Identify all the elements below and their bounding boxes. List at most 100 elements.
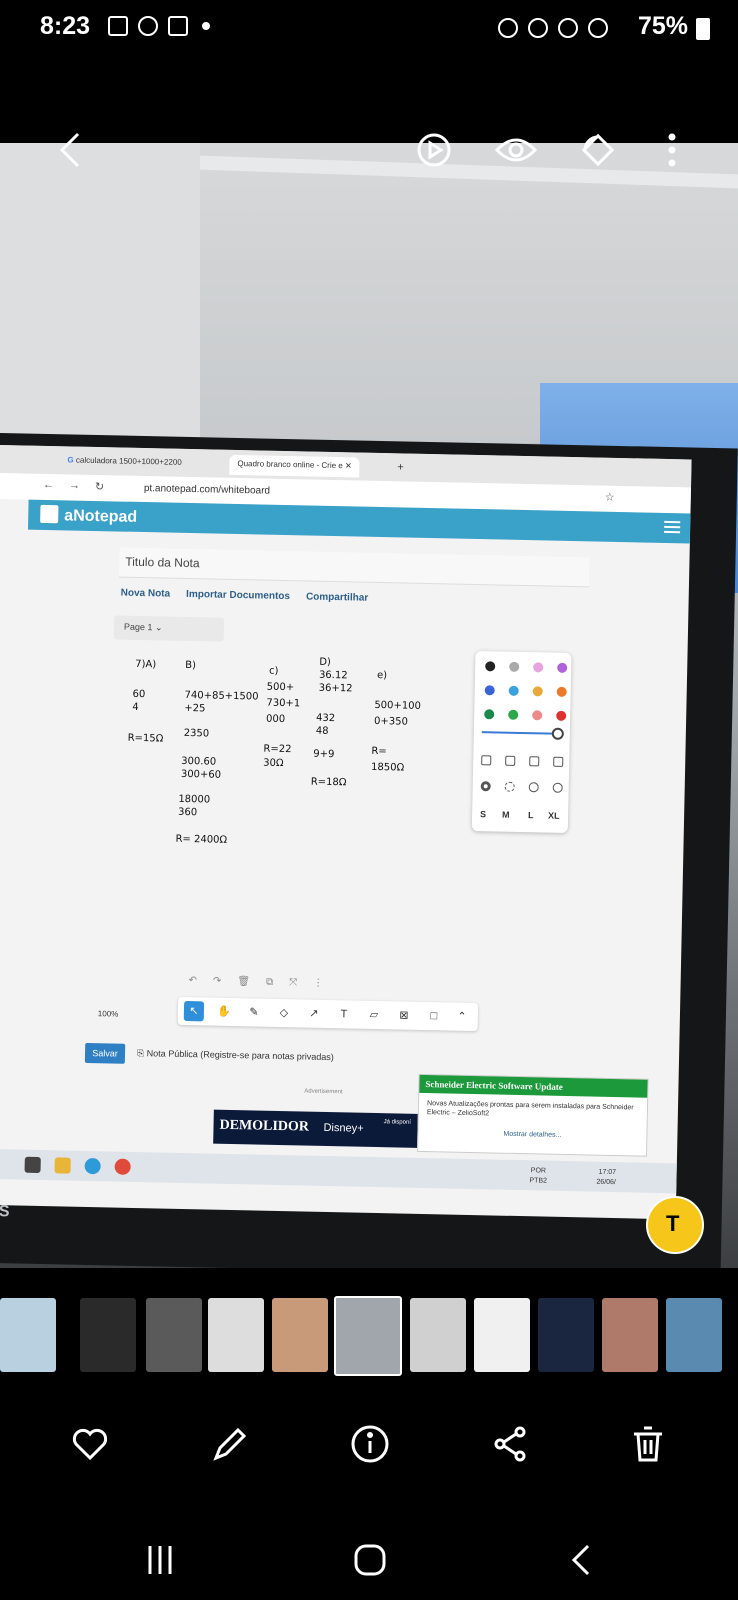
- color-swatch[interactable]: [556, 710, 567, 721]
- app-logo[interactable]: aNotepad: [40, 504, 137, 527]
- eraser-tool-icon[interactable]: ◇: [274, 1003, 294, 1023]
- home-button[interactable]: [350, 1540, 400, 1580]
- back-icon[interactable]: ←: [43, 479, 54, 491]
- rotate-button[interactable]: [578, 120, 618, 180]
- color-swatch[interactable]: [508, 709, 519, 720]
- pen-palette: S M L XL: [471, 651, 572, 833]
- color-swatch[interactable]: [508, 685, 519, 696]
- copy-icon[interactable]: ⧉: [266, 977, 273, 988]
- chrome-icon[interactable]: [114, 1158, 131, 1175]
- wb-text: R=15Ω: [127, 732, 164, 745]
- reload-icon[interactable]: ↻: [95, 480, 104, 493]
- language-indicator[interactable]: POR PTB2: [529, 1166, 547, 1186]
- size-s[interactable]: S: [480, 809, 486, 819]
- page-selector[interactable]: Page 1 ⌄: [113, 615, 225, 642]
- fill-style-icon[interactable]: [505, 755, 516, 766]
- stroke-style-icon[interactable]: [480, 781, 491, 792]
- url-field[interactable]: pt.anotepad.com/whiteboard: [144, 483, 270, 497]
- text-tool-icon[interactable]: T: [334, 1004, 354, 1024]
- bookmark-icon[interactable]: ☆: [605, 491, 615, 504]
- size-xl[interactable]: XL: [548, 811, 560, 821]
- thumbnail-current[interactable]: [334, 1296, 402, 1376]
- task-view-icon[interactable]: [24, 1156, 41, 1174]
- thumbnail[interactable]: [538, 1298, 594, 1372]
- color-swatch[interactable]: [556, 686, 567, 697]
- color-swatch[interactable]: [485, 661, 496, 672]
- arrow-tool-icon[interactable]: ↗: [304, 1003, 324, 1023]
- trash-icon[interactable]: 🗑: [237, 976, 250, 987]
- tab-calculadora[interactable]: G calculadora 1500+1000+2200: [59, 451, 190, 474]
- more-icon[interactable]: ⋮: [313, 978, 323, 989]
- recents-button[interactable]: [140, 1540, 190, 1580]
- size-m[interactable]: M: [502, 810, 510, 820]
- edit-button[interactable]: [210, 1424, 250, 1464]
- save-button[interactable]: Salvar: [84, 1042, 126, 1064]
- color-swatch[interactable]: [557, 662, 568, 673]
- edge-icon[interactable]: [84, 1157, 101, 1175]
- note-title-field[interactable]: Titulo da Nota: [118, 547, 590, 588]
- color-swatch[interactable]: [484, 709, 495, 720]
- zoom-level[interactable]: 100%: [98, 1009, 119, 1018]
- stroke-slider[interactable]: [481, 731, 560, 735]
- update-notification[interactable]: Schneider Electric Software Update Novas…: [417, 1073, 649, 1157]
- fill-style-icon[interactable]: [553, 756, 564, 767]
- thumbnail[interactable]: [474, 1298, 530, 1372]
- thumbnail[interactable]: [602, 1298, 658, 1372]
- select-tool-icon[interactable]: ↖: [183, 1000, 205, 1022]
- note-tool-icon[interactable]: ▱: [364, 1005, 384, 1025]
- new-tab-icon[interactable]: +: [397, 461, 404, 473]
- import-button[interactable]: Importar Documentos: [186, 589, 290, 602]
- thumbnail[interactable]: [80, 1298, 136, 1372]
- view-button[interactable]: [494, 120, 538, 180]
- color-swatch[interactable]: [532, 710, 543, 721]
- share-button[interactable]: [490, 1424, 530, 1464]
- back-button[interactable]: [50, 120, 90, 180]
- slider-knob[interactable]: [551, 727, 564, 740]
- wb-text: 500+: [266, 681, 295, 694]
- chevron-up-icon[interactable]: ⌃: [452, 1007, 472, 1027]
- new-note-button[interactable]: Nova Nota: [121, 588, 171, 600]
- tab-whiteboard[interactable]: Quadro branco online - Crie e ✕: [229, 454, 360, 478]
- share-button[interactable]: Compartilhar: [306, 591, 368, 603]
- public-note-toggle[interactable]: ⎘ Nota Pública (Registre-se para notas p…: [137, 1048, 334, 1063]
- thumbnail[interactable]: [0, 1298, 56, 1372]
- fit-icon[interactable]: ⤧: [289, 977, 297, 988]
- color-swatch[interactable]: [509, 661, 520, 672]
- remaster-button[interactable]: [414, 120, 454, 180]
- fill-style-icon[interactable]: [481, 755, 492, 766]
- pen-tool-icon[interactable]: ✎: [244, 1002, 264, 1022]
- thumbnail[interactable]: [410, 1298, 466, 1372]
- taskbar-clock[interactable]: 17:07 26/06/: [596, 1168, 616, 1188]
- stroke-style-icon[interactable]: [504, 781, 515, 792]
- forward-icon[interactable]: →: [69, 479, 80, 491]
- color-swatch[interactable]: [532, 686, 543, 697]
- size-l[interactable]: L: [528, 810, 534, 820]
- back-nav-button[interactable]: [566, 1540, 616, 1580]
- advertisement[interactable]: DEMOLIDOR Disney+ Já disponí: [213, 1109, 434, 1149]
- redo-icon[interactable]: ↷: [213, 976, 222, 987]
- favorite-button[interactable]: [70, 1424, 110, 1464]
- details-button[interactable]: [350, 1424, 390, 1464]
- image-tool-icon[interactable]: ⊠: [394, 1005, 414, 1025]
- thumbnail[interactable]: [208, 1298, 264, 1372]
- notepad-icon: [40, 504, 59, 524]
- hamburger-menu-icon[interactable]: [664, 520, 681, 534]
- thumbnail[interactable]: [666, 1298, 722, 1372]
- fill-style-icon[interactable]: [529, 756, 540, 767]
- undo-icon[interactable]: ↶: [188, 975, 197, 986]
- stroke-style-icon[interactable]: [528, 782, 539, 793]
- hand-tool-icon[interactable]: ✋: [214, 1002, 234, 1022]
- text-extract-button[interactable]: T: [646, 1196, 704, 1254]
- file-explorer-icon[interactable]: [54, 1157, 71, 1174]
- color-swatch[interactable]: [533, 662, 544, 673]
- wb-text: 60: [132, 688, 146, 701]
- more-options-button[interactable]: [660, 120, 684, 180]
- color-swatch[interactable]: [484, 685, 495, 696]
- photo-view[interactable]: G calculadora 1500+1000+2200 Quadro bran…: [0, 143, 738, 1268]
- thumbnail[interactable]: [146, 1298, 202, 1372]
- notification-link[interactable]: Mostrar detalhes...: [418, 1129, 646, 1141]
- thumbnail[interactable]: [272, 1298, 328, 1372]
- rectangle-tool-icon[interactable]: □: [424, 1006, 444, 1026]
- stroke-style-icon[interactable]: [552, 782, 563, 793]
- delete-button[interactable]: [628, 1424, 668, 1464]
